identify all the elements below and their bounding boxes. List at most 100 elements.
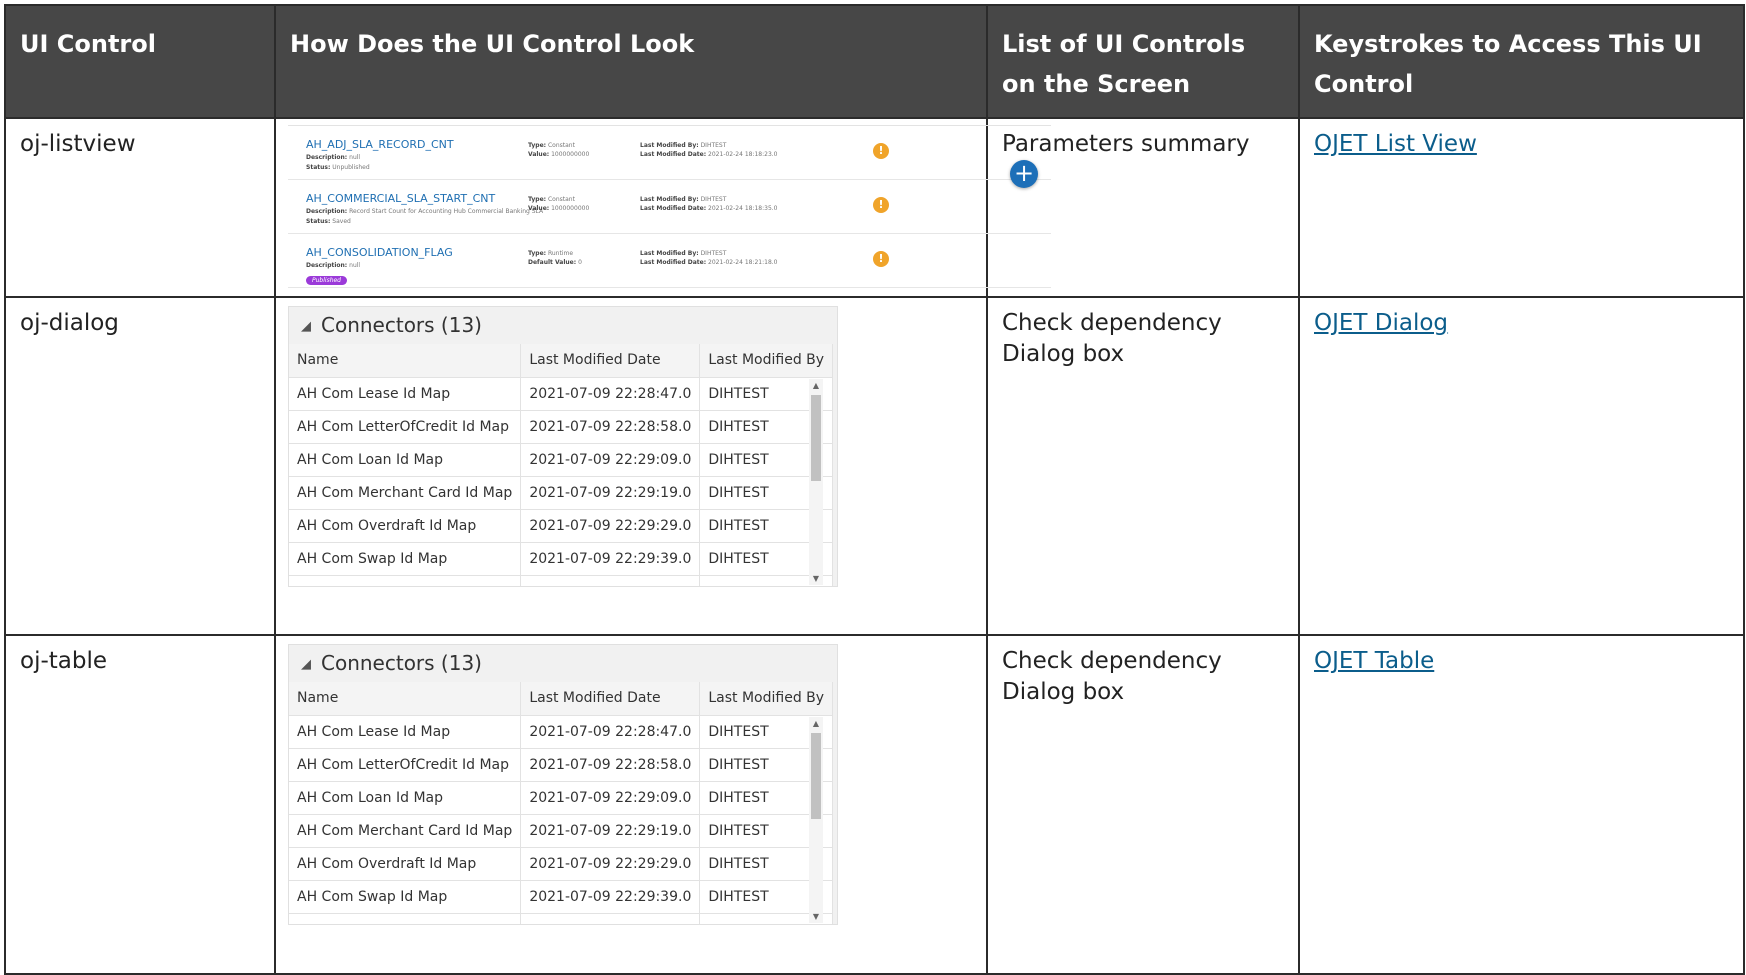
table-row[interactable]: AH Com Loan Id Map 2021-07-09 22:29:09.0 D… (289, 781, 834, 816)
table-row[interactable]: AH Com LetterOfCredit Id Map 2021-07-09 2… (289, 748, 834, 783)
table-row[interactable]: AH Com Overdraft Id Map 2021-07-09 22:29:… (289, 847, 834, 882)
connectors-panel: ◢ Connectors (13) Name Last Modified Date… (288, 305, 838, 587)
ui-controls-table: UI Control How Does the UI Control Look … (4, 4, 1745, 975)
cell-date: 2021-07-09 22:29:09.0 (520, 781, 701, 816)
status-line: Status: Unpublished (306, 163, 370, 171)
scroll-up-icon[interactable]: ▲ (809, 719, 823, 728)
listview-preview-cell: AH_ADJ_SLA_RECORD_CNT Description: null … (274, 116, 1051, 298)
scrollbar[interactable]: ▲ ▼ (809, 378, 823, 585)
cell-name: AH Com Loan Id Map (289, 781, 522, 816)
header-how-look: How Does the UI Control Look (274, 4, 988, 119)
table-row[interactable]: AH Com Merchant Card Id Map 2021-07-09 22… (289, 476, 834, 510)
table-row: oj-listview AH_ADJ_SLA_RECORD_CNT Descri… (4, 116, 1745, 298)
link-cell: OJET Dialog (1298, 295, 1745, 637)
control-list: Check dependency Dialog box (986, 295, 1300, 637)
table-row[interactable]: AH Com Lease Id Map 2021-07-09 22:28:47.0… (289, 715, 834, 750)
scroll-down-icon[interactable]: ▼ (809, 574, 823, 583)
cell-date: 2021-07-09 22:28:58.0 (520, 748, 701, 783)
list-item[interactable]: AH_ADJ_SLA_RECORD_CNT Description: null … (288, 126, 1051, 180)
column-header[interactable]: Last Modified Date (520, 682, 701, 717)
table-row[interactable]: AH Com Lease Id Map 2021-07-09 22:28:47.0… (289, 377, 834, 411)
cell-name: AH Com Swap Id Map (289, 880, 522, 915)
collapse-triangle-icon[interactable]: ◢ (301, 646, 311, 683)
description-line: Description: Record Start Count for Acco… (306, 207, 544, 215)
cell-date: 2021-07-09 22:29:39.0 (520, 880, 701, 915)
table-row[interactable]: AH Com Merchant Card Id Map 2021-07-09 22… (289, 814, 834, 849)
listview-preview: AH_ADJ_SLA_RECORD_CNT Description: null … (288, 124, 1051, 288)
cell-date: 2021-07-09 22:29:19.0 (520, 476, 701, 510)
cell-date: 2021-07-09 22:29:29.0 (520, 509, 701, 543)
table-row: oj-dialog ◢ Connectors (13) Name Last Mod… (4, 295, 1745, 637)
cell-date: 2021-07-09 22:28:47.0 (520, 377, 701, 411)
connectors-table: Name Last Modified Date Last Modified By… (289, 343, 834, 586)
modified-info: Last Modified By: DIHTEST Last Modified D… (640, 195, 778, 212)
status-badge: Published (306, 275, 347, 285)
ojet-table-link[interactable]: OJET Table (1314, 648, 1434, 674)
status-line: Status: Saved (306, 217, 351, 225)
parameter-name[interactable]: AH_CONSOLIDATION_FLAG (306, 246, 453, 259)
cell-empty (289, 575, 522, 586)
warning-icon: ! (873, 250, 889, 267)
collapse-triangle-icon[interactable]: ◢ (301, 308, 311, 345)
header-keystrokes: Keystrokes to Access This UI Control (1298, 4, 1745, 119)
table-preview-cell: ◢ Connectors (13) Name Last Modified Date… (274, 634, 988, 975)
link-cell: OJET Table (1298, 634, 1745, 975)
scrollbar[interactable]: ▲ ▼ (809, 717, 823, 924)
parameter-name[interactable]: AH_ADJ_SLA_RECORD_CNT (306, 138, 454, 151)
control-name: oj-dialog (4, 295, 276, 637)
cell-date: 2021-07-09 22:29:19.0 (520, 814, 701, 849)
parameter-name[interactable]: AH_COMMERCIAL_SLA_START_CNT (306, 192, 495, 205)
column-header[interactable]: Last Modified Date (520, 343, 701, 378)
cell-name: AH Com Merchant Card Id Map (289, 814, 522, 849)
warning-icon: ! (873, 196, 889, 213)
scrollbar-thumb[interactable] (811, 733, 821, 820)
connectors-table: Name Last Modified Date Last Modified By… (289, 682, 834, 925)
column-header[interactable]: Last Modified By (699, 343, 834, 378)
table-row[interactable]: AH Com LetterOfCredit Id Map 2021-07-09 2… (289, 410, 834, 444)
ojet-list-view-link[interactable]: OJET List View (1314, 131, 1477, 157)
connectors-header-row: Name Last Modified Date Last Modified By (289, 343, 834, 378)
panel-title: Connectors (13) (321, 312, 482, 337)
cell-empty (520, 913, 701, 925)
scrollbar-thumb[interactable] (811, 394, 821, 481)
cell-date: 2021-07-09 22:29:39.0 (520, 542, 701, 576)
cell-name: AH Com Loan Id Map (289, 443, 522, 477)
scroll-up-icon[interactable]: ▲ (809, 381, 823, 390)
cell-name: AH Com Overdraft Id Map (289, 847, 522, 882)
panel-header[interactable]: ◢ Connectors (13) (289, 645, 837, 682)
table-row (289, 913, 834, 925)
header-row: UI Control How Does the UI Control Look … (4, 4, 1745, 119)
type-value: Type: Runtime Default Value: 0 (528, 249, 582, 266)
type-value: Type: Constant Value: 1000000000 (528, 195, 590, 212)
header-list-controls: List of UI Controls on the Screen (986, 4, 1300, 119)
warning-icon: ! (873, 142, 889, 159)
cell-empty (520, 575, 701, 586)
cell-name: AH Com Merchant Card Id Map (289, 476, 522, 510)
plus-icon[interactable]: + (1010, 159, 1038, 188)
table-row[interactable]: AH Com Loan Id Map 2021-07-09 22:29:09.0 D… (289, 443, 834, 477)
column-header[interactable]: Name (289, 682, 522, 717)
control-name: oj-listview (4, 116, 276, 298)
table-row[interactable]: AH Com Overdraft Id Map 2021-07-09 22:29:… (289, 509, 834, 543)
panel-title: Connectors (13) (321, 651, 482, 676)
table-row[interactable]: AH Com Swap Id Map 2021-07-09 22:29:39.0 D… (289, 880, 834, 915)
link-cell: OJET List View (1298, 116, 1745, 298)
panel-header[interactable]: ◢ Connectors (13) (289, 307, 837, 344)
header-ui-control: UI Control (4, 4, 276, 119)
table-row[interactable]: AH Com Swap Id Map 2021-07-09 22:29:39.0 D… (289, 542, 834, 576)
control-name: oj-table (4, 634, 276, 975)
cell-date: 2021-07-09 22:28:47.0 (520, 715, 701, 750)
ojet-dialog-link[interactable]: OJET Dialog (1314, 310, 1448, 336)
list-item[interactable]: AH_CONSOLIDATION_FLAG Description: null … (288, 234, 1051, 288)
cell-name: AH Com Overdraft Id Map (289, 509, 522, 543)
cell-date: 2021-07-09 22:29:09.0 (520, 443, 701, 477)
type-value: Type: Constant Value: 1000000000 (528, 141, 590, 158)
connectors-panel: ◢ Connectors (13) Name Last Modified Date… (288, 644, 838, 926)
dialog-preview-cell: ◢ Connectors (13) Name Last Modified Date… (274, 295, 988, 637)
column-header[interactable]: Last Modified By (699, 682, 834, 717)
cell-date: 2021-07-09 22:29:29.0 (520, 847, 701, 882)
scroll-down-icon[interactable]: ▼ (809, 912, 823, 921)
cell-empty (289, 913, 522, 925)
list-item[interactable]: AH_COMMERCIAL_SLA_START_CNT Description:… (288, 180, 1051, 234)
column-header[interactable]: Name (289, 343, 522, 378)
